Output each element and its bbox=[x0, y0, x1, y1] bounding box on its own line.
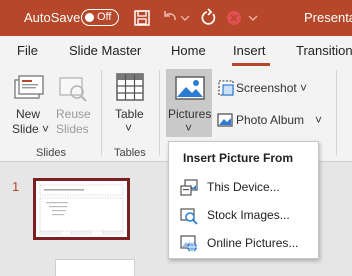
chevron-down-icon[interactable] bbox=[176, 8, 196, 28]
pictures-dropdown-arrow[interactable]: ˅ bbox=[185, 121, 192, 135]
save-icon[interactable] bbox=[132, 8, 152, 28]
slide-preview bbox=[39, 184, 124, 235]
group-label-tables: Tables bbox=[114, 147, 146, 159]
redo-icon[interactable] bbox=[198, 8, 218, 28]
photo-album-dropdown-arrow[interactable]: ˅ bbox=[315, 113, 322, 127]
menu-item-this-device[interactable]: This Device... bbox=[169, 175, 318, 201]
photo-album-icon bbox=[217, 113, 233, 127]
group-separator bbox=[336, 70, 337, 156]
online-pictures-icon bbox=[180, 235, 197, 253]
tab-slide-master[interactable]: Slide Master bbox=[69, 43, 141, 58]
record-icon[interactable] bbox=[224, 8, 244, 28]
reuse-slides-label-1: Reuse bbox=[56, 107, 91, 121]
autosave-label: AutoSave bbox=[24, 10, 81, 25]
document-title: Presentat bbox=[304, 10, 352, 25]
group-separator bbox=[101, 70, 102, 156]
photo-album-button[interactable]: Photo Album bbox=[236, 113, 304, 127]
pictures-label[interactable]: Pictures bbox=[168, 107, 211, 121]
new-slide-label-2[interactable]: Slide ˅ bbox=[12, 122, 49, 136]
title-bar: AutoSave Off Presentat bbox=[0, 0, 352, 36]
screenshot-icon bbox=[218, 80, 234, 96]
toggle-state: Off bbox=[97, 11, 112, 23]
reuse-slides-icon bbox=[59, 77, 87, 102]
slide-number: 1 bbox=[12, 179, 20, 194]
menu-item-label: Stock Images... bbox=[207, 208, 290, 222]
stock-images-icon bbox=[180, 208, 198, 225]
table-dropdown-arrow[interactable]: ˅ bbox=[125, 121, 132, 135]
menu-item-label: This Device... bbox=[207, 180, 280, 194]
autosave-toggle[interactable]: Off bbox=[81, 9, 119, 26]
pictures-icon bbox=[175, 76, 205, 100]
menu-item-label: Online Pictures... bbox=[207, 236, 299, 250]
reuse-slides-label-2: Slides bbox=[56, 122, 89, 136]
slide-thumbnail[interactable] bbox=[55, 259, 135, 276]
group-label-slides: Slides bbox=[36, 147, 66, 159]
table-icon[interactable] bbox=[115, 72, 145, 102]
tab-transitions[interactable]: Transitions bbox=[296, 43, 352, 58]
chevron-down-icon[interactable] bbox=[245, 8, 265, 28]
table-label[interactable]: Table bbox=[115, 107, 144, 121]
tab-home[interactable]: Home bbox=[171, 43, 206, 58]
toggle-knob bbox=[85, 12, 94, 22]
screenshot-button[interactable]: Screenshot ˅ bbox=[236, 81, 307, 95]
new-slide-label-1[interactable]: New bbox=[16, 107, 40, 121]
slide-thumbnail-selected[interactable] bbox=[33, 178, 130, 240]
group-separator bbox=[159, 70, 160, 156]
insert-picture-menu: Insert Picture From This Device... Stock… bbox=[168, 141, 319, 259]
menu-item-online-pictures[interactable]: Online Pictures... bbox=[169, 231, 318, 257]
new-slide-icon[interactable] bbox=[13, 74, 47, 104]
device-picture-icon bbox=[180, 179, 198, 196]
ribbon-tabs: File Slide Master Home Insert Transition… bbox=[0, 36, 352, 66]
tab-file[interactable]: File bbox=[17, 43, 38, 58]
menu-item-stock-images[interactable]: Stock Images... bbox=[169, 203, 318, 229]
menu-title: Insert Picture From bbox=[183, 151, 294, 165]
slide-thumbnail-pane: 1 bbox=[0, 163, 150, 276]
tab-insert[interactable]: Insert bbox=[233, 43, 266, 58]
